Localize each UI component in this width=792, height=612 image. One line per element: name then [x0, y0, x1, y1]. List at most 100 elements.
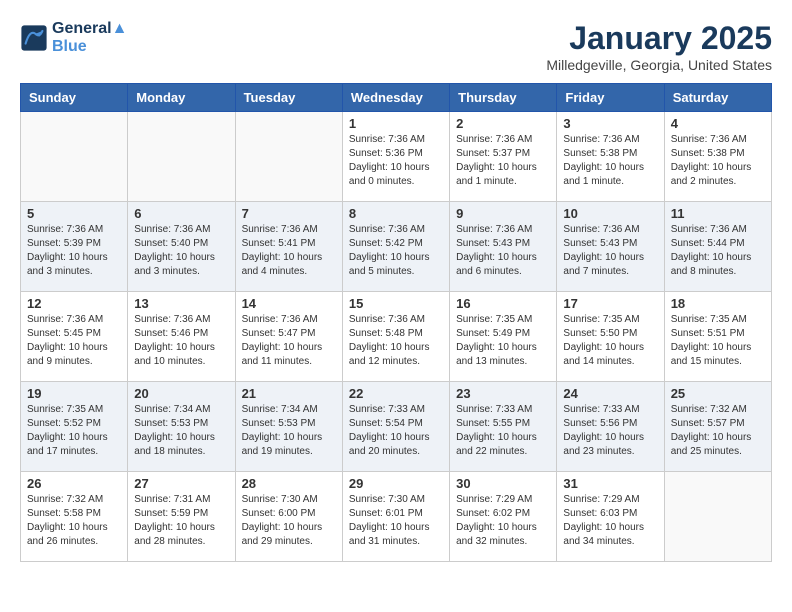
day-info: Sunrise: 7:29 AMSunset: 6:02 PMDaylight:… — [456, 493, 550, 549]
day-number: 31 — [563, 476, 657, 491]
day-info: Sunrise: 7:36 AMSunset: 5:43 PMDaylight:… — [563, 223, 657, 279]
calendar-cell: 25 Sunrise: 7:32 AMSunset: 5:57 PMDayligh… — [664, 382, 771, 472]
day-info: Sunrise: 7:36 AMSunset: 5:38 PMDaylight:… — [671, 133, 765, 189]
location: Milledgeville, Georgia, United States — [546, 57, 772, 73]
day-info: Sunrise: 7:36 AMSunset: 5:39 PMDaylight:… — [27, 223, 121, 279]
day-number: 10 — [563, 206, 657, 221]
calendar-cell: 10 Sunrise: 7:36 AMSunset: 5:43 PMDayligh… — [557, 202, 664, 292]
day-info: Sunrise: 7:33 AMSunset: 5:56 PMDaylight:… — [563, 403, 657, 459]
day-number: 9 — [456, 206, 550, 221]
day-number: 25 — [671, 386, 765, 401]
day-number: 28 — [242, 476, 336, 491]
calendar-cell: 3 Sunrise: 7:36 AMSunset: 5:38 PMDaylight… — [557, 112, 664, 202]
calendar-cell: 26Sunrise: 7:32 AMSunset: 5:58 PMDayligh… — [21, 472, 128, 562]
day-info: Sunrise: 7:30 AMSunset: 6:01 PMDaylight:… — [349, 493, 443, 549]
day-info: Sunrise: 7:35 AMSunset: 5:52 PMDaylight:… — [27, 403, 121, 459]
day-number: 17 — [563, 296, 657, 311]
day-number: 27 — [134, 476, 228, 491]
calendar-cell: 2 Sunrise: 7:36 AMSunset: 5:37 PMDaylight… — [450, 112, 557, 202]
weekday-header-sunday: Sunday — [21, 84, 128, 112]
day-number: 8 — [349, 206, 443, 221]
day-number: 26 — [27, 476, 121, 491]
day-info: Sunrise: 7:36 AMSunset: 5:38 PMDaylight:… — [563, 133, 657, 189]
day-number: 21 — [242, 386, 336, 401]
day-number: 16 — [456, 296, 550, 311]
day-info: Sunrise: 7:36 AMSunset: 5:41 PMDaylight:… — [242, 223, 336, 279]
day-number: 1 — [349, 116, 443, 131]
calendar-cell: 14 Sunrise: 7:36 AMSunset: 5:47 PMDayligh… — [235, 292, 342, 382]
day-number: 13 — [134, 296, 228, 311]
day-info: Sunrise: 7:36 AMSunset: 5:46 PMDaylight:… — [134, 313, 228, 369]
calendar-cell: 22 Sunrise: 7:33 AMSunset: 5:54 PMDayligh… — [342, 382, 449, 472]
calendar-cell: 27Sunrise: 7:31 AMSunset: 5:59 PMDayligh… — [128, 472, 235, 562]
day-number: 2 — [456, 116, 550, 131]
title-block: January 2025 Milledgeville, Georgia, Uni… — [546, 20, 772, 73]
calendar-cell: 9 Sunrise: 7:36 AMSunset: 5:43 PMDaylight… — [450, 202, 557, 292]
calendar-cell: 8 Sunrise: 7:36 AMSunset: 5:42 PMDaylight… — [342, 202, 449, 292]
calendar-cell — [21, 112, 128, 202]
day-number: 30 — [456, 476, 550, 491]
day-info: Sunrise: 7:34 AMSunset: 5:53 PMDaylight:… — [134, 403, 228, 459]
day-info: Sunrise: 7:30 AMSunset: 6:00 PMDaylight:… — [242, 493, 336, 549]
calendar-cell — [128, 112, 235, 202]
weekday-header-wednesday: Wednesday — [342, 84, 449, 112]
day-number: 19 — [27, 386, 121, 401]
day-number: 5 — [27, 206, 121, 221]
day-number: 7 — [242, 206, 336, 221]
calendar-cell: 29 Sunrise: 7:30 AMSunset: 6:01 PMDayligh… — [342, 472, 449, 562]
day-info: Sunrise: 7:36 AMSunset: 5:48 PMDaylight:… — [349, 313, 443, 369]
calendar-cell: 18 Sunrise: 7:35 AMSunset: 5:51 PMDayligh… — [664, 292, 771, 382]
calendar-week-row: 19 Sunrise: 7:35 AMSunset: 5:52 PMDayligh… — [21, 382, 772, 472]
calendar-cell: 4 Sunrise: 7:36 AMSunset: 5:38 PMDaylight… — [664, 112, 771, 202]
day-info: Sunrise: 7:36 AMSunset: 5:47 PMDaylight:… — [242, 313, 336, 369]
day-number: 18 — [671, 296, 765, 311]
day-number: 29 — [349, 476, 443, 491]
logo-text: General▲ Blue — [52, 20, 127, 56]
day-info: Sunrise: 7:35 AMSunset: 5:51 PMDaylight:… — [671, 313, 765, 369]
calendar-cell: 1 Sunrise: 7:36 AMSunset: 5:36 PMDaylight… — [342, 112, 449, 202]
calendar-week-row: 1 Sunrise: 7:36 AMSunset: 5:36 PMDaylight… — [21, 112, 772, 202]
calendar-week-row: 12Sunrise: 7:36 AMSunset: 5:45 PMDayligh… — [21, 292, 772, 382]
calendar-cell: 12Sunrise: 7:36 AMSunset: 5:45 PMDayligh… — [21, 292, 128, 382]
day-number: 23 — [456, 386, 550, 401]
calendar-week-row: 5 Sunrise: 7:36 AMSunset: 5:39 PMDaylight… — [21, 202, 772, 292]
day-info: Sunrise: 7:36 AMSunset: 5:43 PMDaylight:… — [456, 223, 550, 279]
weekday-header-saturday: Saturday — [664, 84, 771, 112]
day-info: Sunrise: 7:36 AMSunset: 5:36 PMDaylight:… — [349, 133, 443, 189]
day-info: Sunrise: 7:33 AMSunset: 5:54 PMDaylight:… — [349, 403, 443, 459]
day-info: Sunrise: 7:34 AMSunset: 5:53 PMDaylight:… — [242, 403, 336, 459]
calendar-cell: 11Sunrise: 7:36 AMSunset: 5:44 PMDayligh… — [664, 202, 771, 292]
day-info: Sunrise: 7:36 AMSunset: 5:37 PMDaylight:… — [456, 133, 550, 189]
calendar-cell: 21 Sunrise: 7:34 AMSunset: 5:53 PMDayligh… — [235, 382, 342, 472]
calendar-table: SundayMondayTuesdayWednesdayThursdayFrid… — [20, 83, 772, 562]
day-number: 20 — [134, 386, 228, 401]
calendar-cell: 5 Sunrise: 7:36 AMSunset: 5:39 PMDaylight… — [21, 202, 128, 292]
calendar-cell: 30 Sunrise: 7:29 AMSunset: 6:02 PMDayligh… — [450, 472, 557, 562]
day-number: 22 — [349, 386, 443, 401]
page-header: General▲ Blue January 2025 Milledgeville… — [20, 20, 772, 73]
calendar-cell: 7 Sunrise: 7:36 AMSunset: 5:41 PMDaylight… — [235, 202, 342, 292]
logo-icon — [20, 24, 48, 52]
day-info: Sunrise: 7:35 AMSunset: 5:49 PMDaylight:… — [456, 313, 550, 369]
day-info: Sunrise: 7:32 AMSunset: 5:57 PMDaylight:… — [671, 403, 765, 459]
calendar-cell: 31Sunrise: 7:29 AMSunset: 6:03 PMDayligh… — [557, 472, 664, 562]
day-number: 3 — [563, 116, 657, 131]
weekday-header-thursday: Thursday — [450, 84, 557, 112]
month-title: January 2025 — [546, 20, 772, 57]
calendar-cell — [235, 112, 342, 202]
calendar-cell — [664, 472, 771, 562]
weekday-header-monday: Monday — [128, 84, 235, 112]
day-info: Sunrise: 7:36 AMSunset: 5:45 PMDaylight:… — [27, 313, 121, 369]
calendar-cell: 24Sunrise: 7:33 AMSunset: 5:56 PMDayligh… — [557, 382, 664, 472]
calendar-week-row: 26Sunrise: 7:32 AMSunset: 5:58 PMDayligh… — [21, 472, 772, 562]
weekday-header-tuesday: Tuesday — [235, 84, 342, 112]
calendar-cell: 19 Sunrise: 7:35 AMSunset: 5:52 PMDayligh… — [21, 382, 128, 472]
day-info: Sunrise: 7:36 AMSunset: 5:42 PMDaylight:… — [349, 223, 443, 279]
day-info: Sunrise: 7:33 AMSunset: 5:55 PMDaylight:… — [456, 403, 550, 459]
day-number: 4 — [671, 116, 765, 131]
day-info: Sunrise: 7:36 AMSunset: 5:44 PMDaylight:… — [671, 223, 765, 279]
day-number: 14 — [242, 296, 336, 311]
calendar-cell: 28 Sunrise: 7:30 AMSunset: 6:00 PMDayligh… — [235, 472, 342, 562]
weekday-header-friday: Friday — [557, 84, 664, 112]
day-info: Sunrise: 7:36 AMSunset: 5:40 PMDaylight:… — [134, 223, 228, 279]
